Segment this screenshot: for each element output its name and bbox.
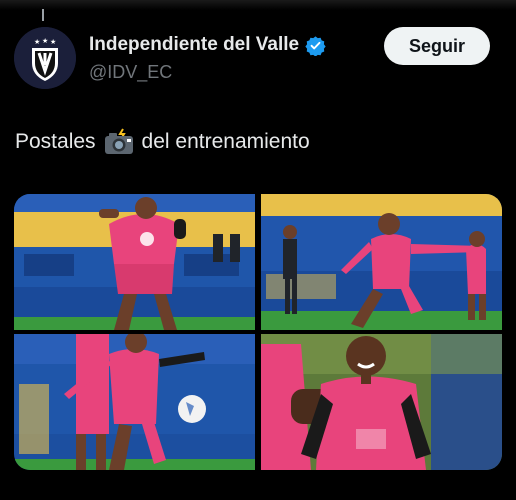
training-photo-player-control-ball bbox=[14, 194, 255, 330]
camera-with-flash-emoji-icon bbox=[104, 128, 133, 154]
top-bar-indicator bbox=[42, 9, 44, 21]
training-photo-player-dribble-ball bbox=[14, 334, 255, 470]
training-photo-player-kick bbox=[261, 194, 502, 330]
media-grid bbox=[14, 194, 502, 470]
training-photo-player-smiling bbox=[261, 334, 502, 470]
tweet-text-start: Postales bbox=[15, 130, 96, 153]
media-photo-4[interactable] bbox=[261, 334, 502, 470]
club-crest-logo: ★ ★ ★ bbox=[14, 27, 76, 89]
author-name-row[interactable]: Independiente del Valle bbox=[89, 34, 326, 56]
author-handle[interactable]: @IDV_EC bbox=[89, 62, 172, 83]
tweet-text: Postales del entrenamiento bbox=[15, 128, 310, 156]
follow-button[interactable]: Seguir bbox=[384, 27, 490, 65]
svg-text:★: ★ bbox=[50, 38, 56, 46]
display-name[interactable]: Independiente del Valle bbox=[89, 34, 299, 56]
media-photo-3[interactable] bbox=[14, 334, 255, 470]
verified-badge-icon bbox=[305, 35, 326, 56]
top-bar bbox=[0, 0, 516, 10]
avatar[interactable]: ★ ★ ★ bbox=[14, 27, 76, 89]
media-photo-2[interactable] bbox=[261, 194, 502, 330]
tweet-text-end: del entrenamiento bbox=[141, 130, 310, 153]
svg-text:★: ★ bbox=[42, 37, 48, 45]
media-photo-1[interactable] bbox=[14, 194, 255, 330]
svg-text:★: ★ bbox=[34, 38, 40, 46]
